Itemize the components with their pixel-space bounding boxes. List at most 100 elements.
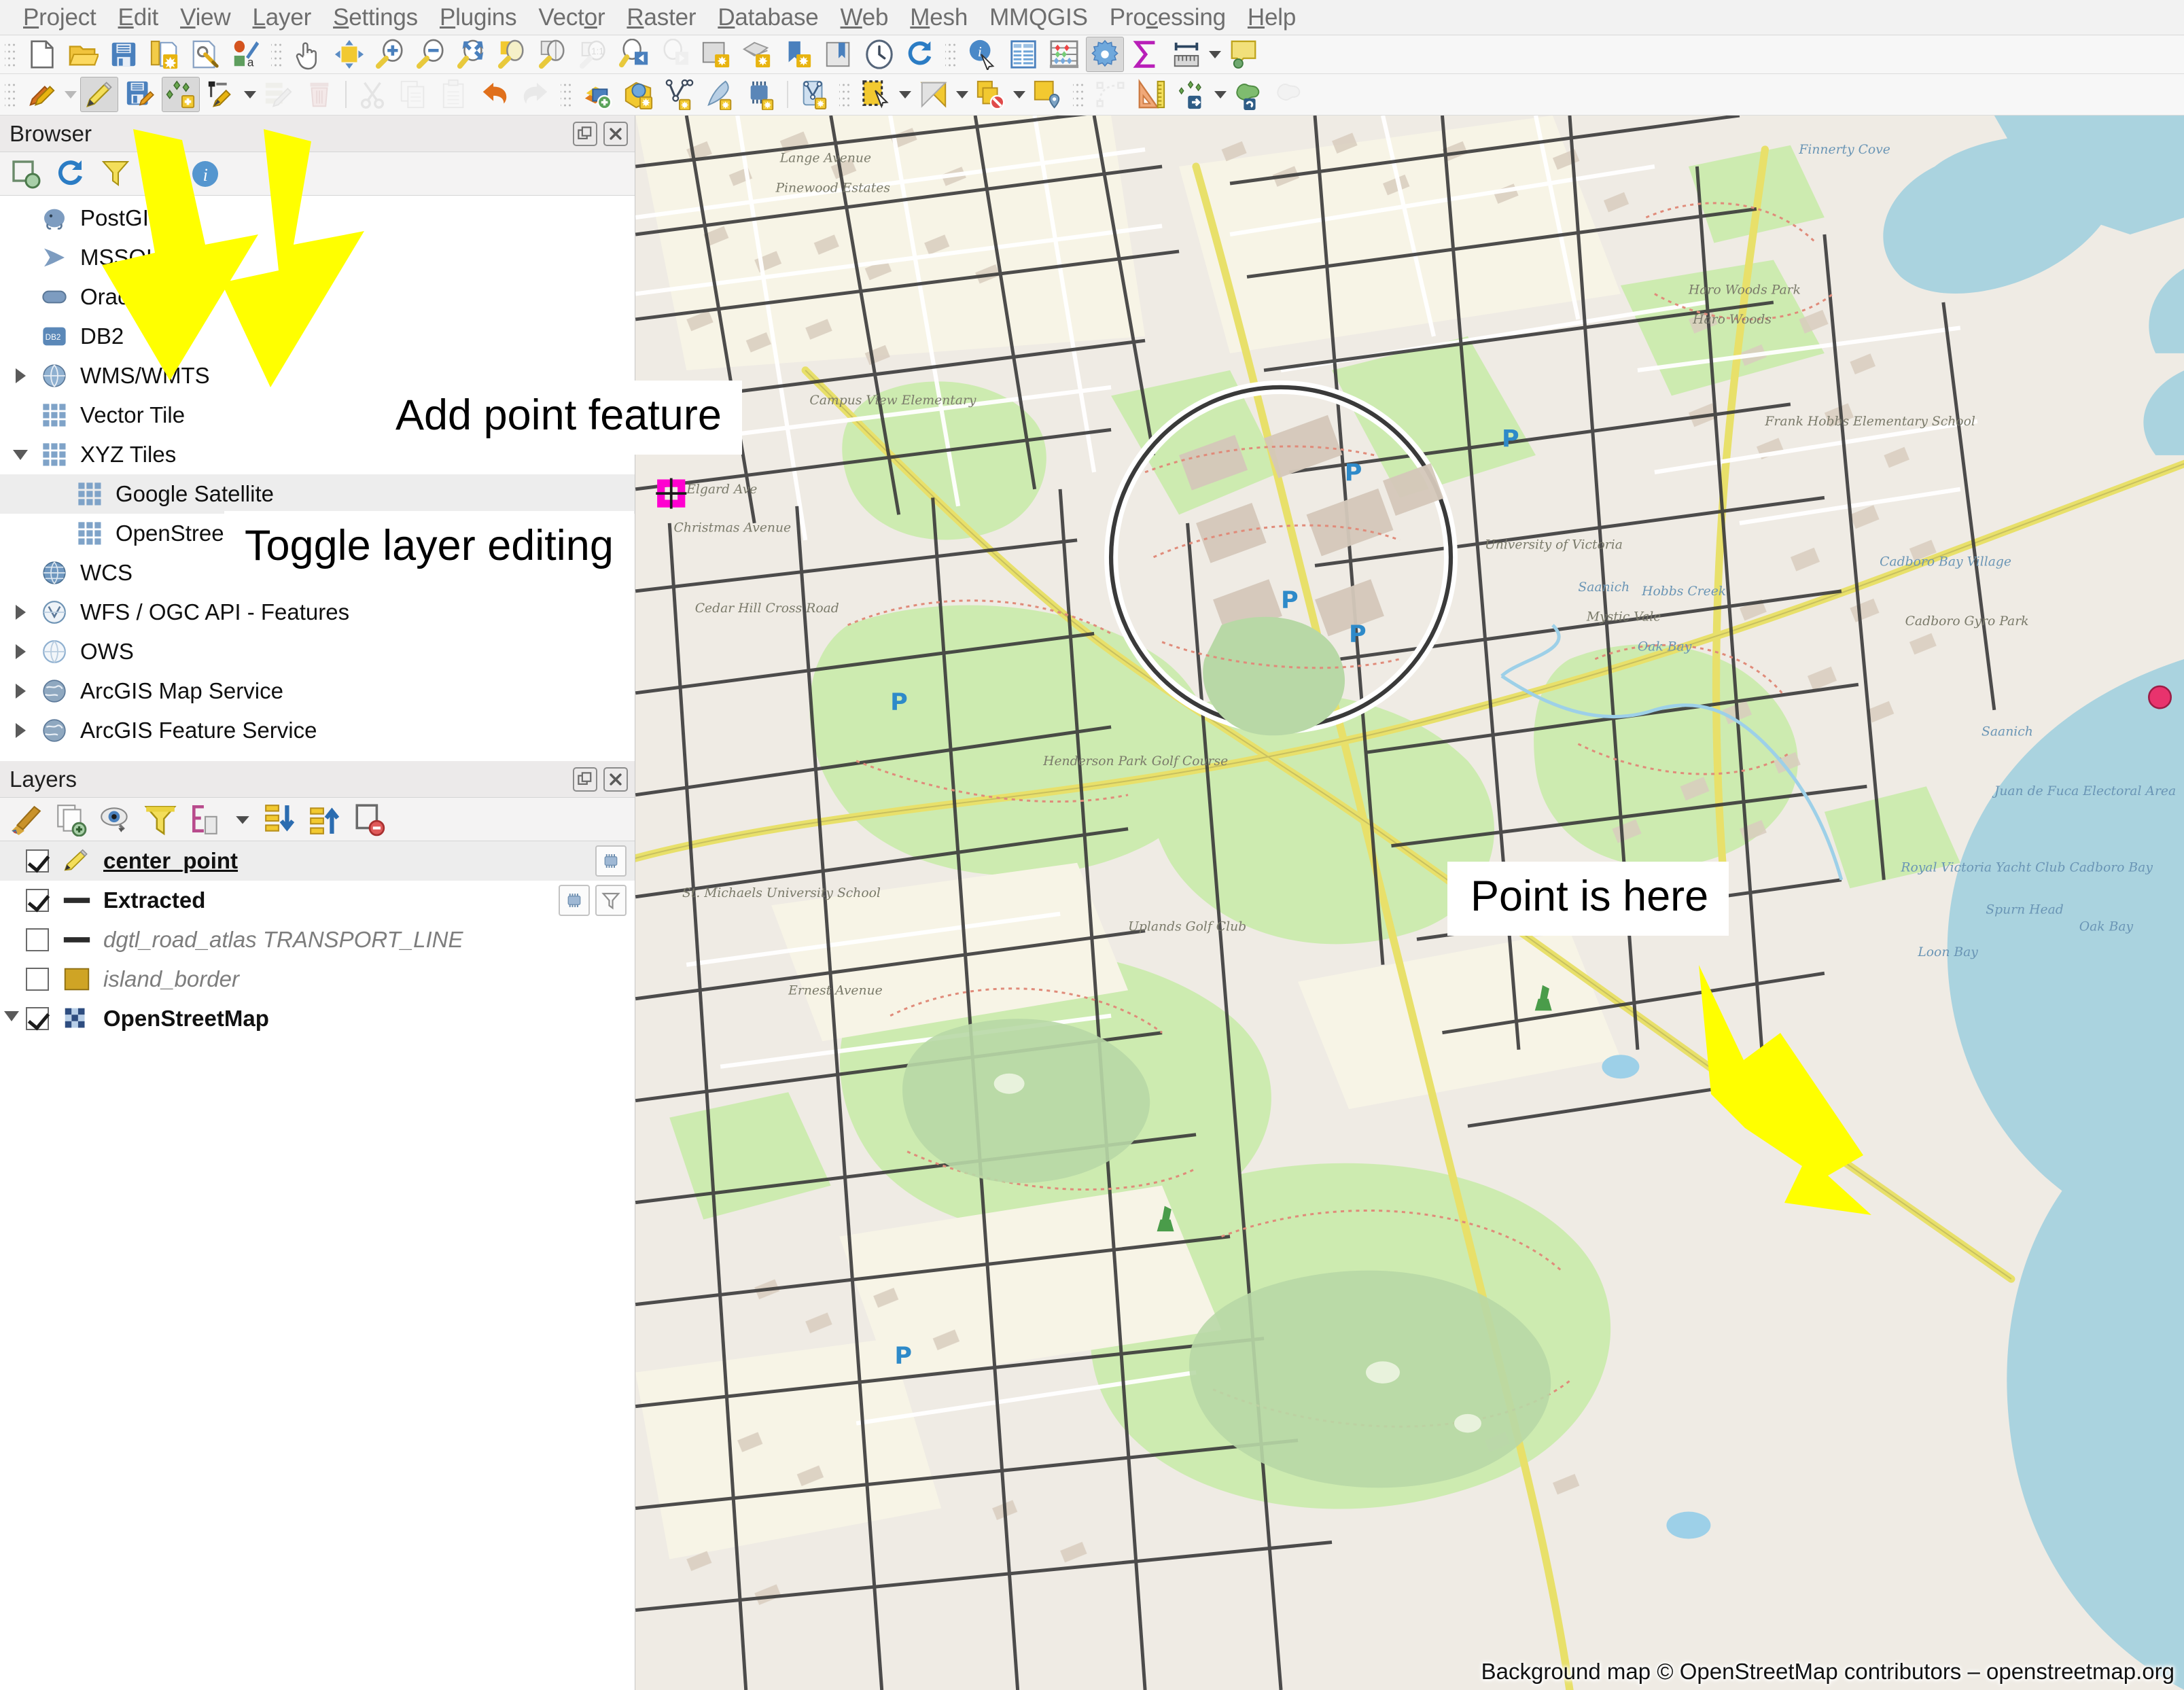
copy-features-icon[interactable] bbox=[394, 77, 432, 112]
refresh-icon[interactable] bbox=[52, 155, 90, 193]
measure-area-icon[interactable] bbox=[1132, 77, 1170, 112]
select-features-icon[interactable] bbox=[858, 77, 896, 112]
layer-visibility-checkbox[interactable] bbox=[26, 928, 49, 951]
filter-browser-icon[interactable] bbox=[96, 155, 135, 193]
new-3d-map-view-icon[interactable] bbox=[738, 37, 776, 72]
select-features-caret-icon[interactable] bbox=[897, 77, 913, 112]
zoom-in-icon[interactable] bbox=[371, 37, 409, 72]
select-by-expression-icon[interactable] bbox=[915, 77, 953, 112]
chevron-right-icon[interactable] bbox=[5, 605, 35, 620]
close-panel-button[interactable] bbox=[603, 121, 628, 146]
filter-legend-icon[interactable] bbox=[141, 800, 179, 839]
open-project-icon[interactable] bbox=[64, 37, 102, 72]
toolbar-grip[interactable] bbox=[1073, 80, 1085, 109]
statistical-summary-icon[interactable] bbox=[1127, 37, 1165, 72]
browser-item-mssql[interactable]: MSSQL bbox=[0, 238, 635, 277]
menu-layer[interactable]: Layer bbox=[242, 0, 323, 35]
new-bookmark-icon[interactable] bbox=[779, 37, 817, 72]
browser-item-arcgis-map-service[interactable]: ArcGIS Map Service bbox=[0, 671, 635, 711]
deselect-features-caret-icon[interactable] bbox=[1011, 77, 1027, 112]
select-value-icon[interactable] bbox=[1029, 77, 1067, 112]
delete-selected-icon[interactable] bbox=[300, 77, 338, 112]
attribute-table-icon[interactable] bbox=[1004, 37, 1042, 72]
menu-processing[interactable]: Processing bbox=[1099, 0, 1237, 35]
menu-settings[interactable]: Settings bbox=[322, 0, 429, 35]
menu-help[interactable]: Help bbox=[1237, 0, 1307, 35]
current-edits-caret-icon[interactable] bbox=[63, 77, 79, 112]
zoom-native-icon[interactable]: 1:1 bbox=[575, 37, 613, 72]
redo-icon[interactable] bbox=[516, 77, 554, 112]
add-group-icon[interactable] bbox=[52, 800, 90, 839]
browser-item-db2[interactable]: DB2 DB2 bbox=[0, 317, 635, 356]
chevron-down-icon[interactable] bbox=[4, 1011, 19, 1021]
temporal-controller-icon[interactable] bbox=[860, 37, 898, 72]
menu-plugins[interactable]: Plugins bbox=[429, 0, 527, 35]
add-selected-layers-icon[interactable] bbox=[7, 155, 45, 193]
open-layer-styling-icon[interactable] bbox=[7, 800, 45, 839]
menu-raster[interactable]: Raster bbox=[616, 0, 707, 35]
add-point-feature-icon[interactable] bbox=[162, 77, 200, 112]
modify-attributes-icon[interactable] bbox=[260, 77, 298, 112]
current-edits-icon[interactable] bbox=[23, 77, 61, 112]
browser-item-oracle[interactable]: Oracle bbox=[0, 277, 635, 317]
reshape-features-icon[interactable] bbox=[1230, 77, 1268, 112]
menu-vector[interactable]: Vector bbox=[527, 0, 616, 35]
save-layer-edits-icon[interactable] bbox=[121, 77, 159, 112]
layer-row-dgtl-road-atlas-transport-line[interactable]: dgtl_road_atlas TRANSPORT_LINE bbox=[0, 920, 635, 960]
collapse-all-icon[interactable] bbox=[141, 155, 179, 193]
save-project-icon[interactable] bbox=[105, 37, 143, 72]
paste-features-icon[interactable] bbox=[435, 77, 473, 112]
move-feature-icon[interactable] bbox=[1173, 77, 1211, 112]
layer-visibility-checkbox[interactable] bbox=[26, 889, 49, 912]
layer-visibility-checkbox[interactable] bbox=[26, 968, 49, 991]
add-vector-layer-icon[interactable] bbox=[579, 77, 617, 112]
edit-buffer-icon[interactable] bbox=[595, 845, 627, 877]
filter-legend-expression-icon[interactable] bbox=[186, 800, 224, 839]
pan-map-icon[interactable] bbox=[289, 37, 328, 72]
browser-item-google-satellite[interactable]: Google Satellite bbox=[0, 474, 635, 514]
chevron-down-icon[interactable] bbox=[5, 449, 35, 460]
new-print-layout-icon[interactable] bbox=[145, 37, 183, 72]
filter-icon[interactable] bbox=[595, 885, 627, 916]
menu-mesh[interactable]: Mesh bbox=[899, 0, 979, 35]
expand-all-icon[interactable] bbox=[261, 800, 299, 839]
toolbar-grip[interactable] bbox=[945, 39, 957, 69]
zoom-last-icon[interactable] bbox=[616, 37, 654, 72]
measure-dropdown-caret-icon[interactable] bbox=[1207, 37, 1223, 72]
style-manager-icon[interactable] bbox=[186, 37, 224, 72]
float-panel-button[interactable] bbox=[573, 121, 597, 146]
data-source-manager-icon[interactable]: a bbox=[227, 37, 265, 72]
menu-mmqgis[interactable]: MMQGIS bbox=[979, 0, 1099, 35]
menu-project[interactable]: Project bbox=[12, 0, 107, 35]
vertex-tool-caret-icon[interactable] bbox=[242, 77, 258, 112]
toggle-editing-icon[interactable] bbox=[80, 77, 118, 112]
toolbar-grip[interactable] bbox=[5, 39, 17, 69]
zoom-out-icon[interactable] bbox=[412, 37, 450, 72]
browser-item-wfs-ogc-api-features[interactable]: WFS / OGC API - Features bbox=[0, 593, 635, 632]
move-feature-caret-icon[interactable] bbox=[1212, 77, 1229, 112]
menu-view[interactable]: View bbox=[169, 0, 241, 35]
zoom-full-icon[interactable] bbox=[453, 37, 491, 72]
show-bookmarks-icon[interactable] bbox=[820, 37, 858, 72]
deselect-features-icon[interactable] bbox=[972, 77, 1010, 112]
digitize-with-curve-icon[interactable] bbox=[1091, 77, 1129, 112]
menu-edit[interactable]: Edit bbox=[107, 0, 170, 35]
toolbar-grip[interactable] bbox=[839, 80, 851, 109]
chevron-right-icon[interactable] bbox=[5, 368, 35, 383]
toolbar-grip[interactable] bbox=[5, 80, 17, 109]
select-by-expression-caret-icon[interactable] bbox=[954, 77, 970, 112]
map-tips-icon[interactable] bbox=[1225, 37, 1263, 72]
collapse-all-icon[interactable] bbox=[306, 800, 344, 839]
browser-item-ows[interactable]: OWS bbox=[0, 632, 635, 671]
close-panel-button[interactable] bbox=[603, 767, 628, 792]
layer-row-center-point[interactable]: center_point bbox=[0, 841, 635, 881]
layer-visibility-checkbox[interactable] bbox=[26, 1007, 49, 1030]
refresh-icon[interactable] bbox=[901, 37, 939, 72]
field-calculator-icon[interactable] bbox=[1045, 37, 1083, 72]
chevron-right-icon[interactable] bbox=[5, 644, 35, 659]
manage-map-themes-icon[interactable] bbox=[96, 800, 135, 839]
rotate-feature-icon[interactable] bbox=[1271, 77, 1309, 112]
add-postgis-layer-icon[interactable] bbox=[701, 77, 739, 112]
float-panel-button[interactable] bbox=[573, 767, 597, 792]
layer-row-extracted[interactable]: Extracted bbox=[0, 881, 635, 920]
